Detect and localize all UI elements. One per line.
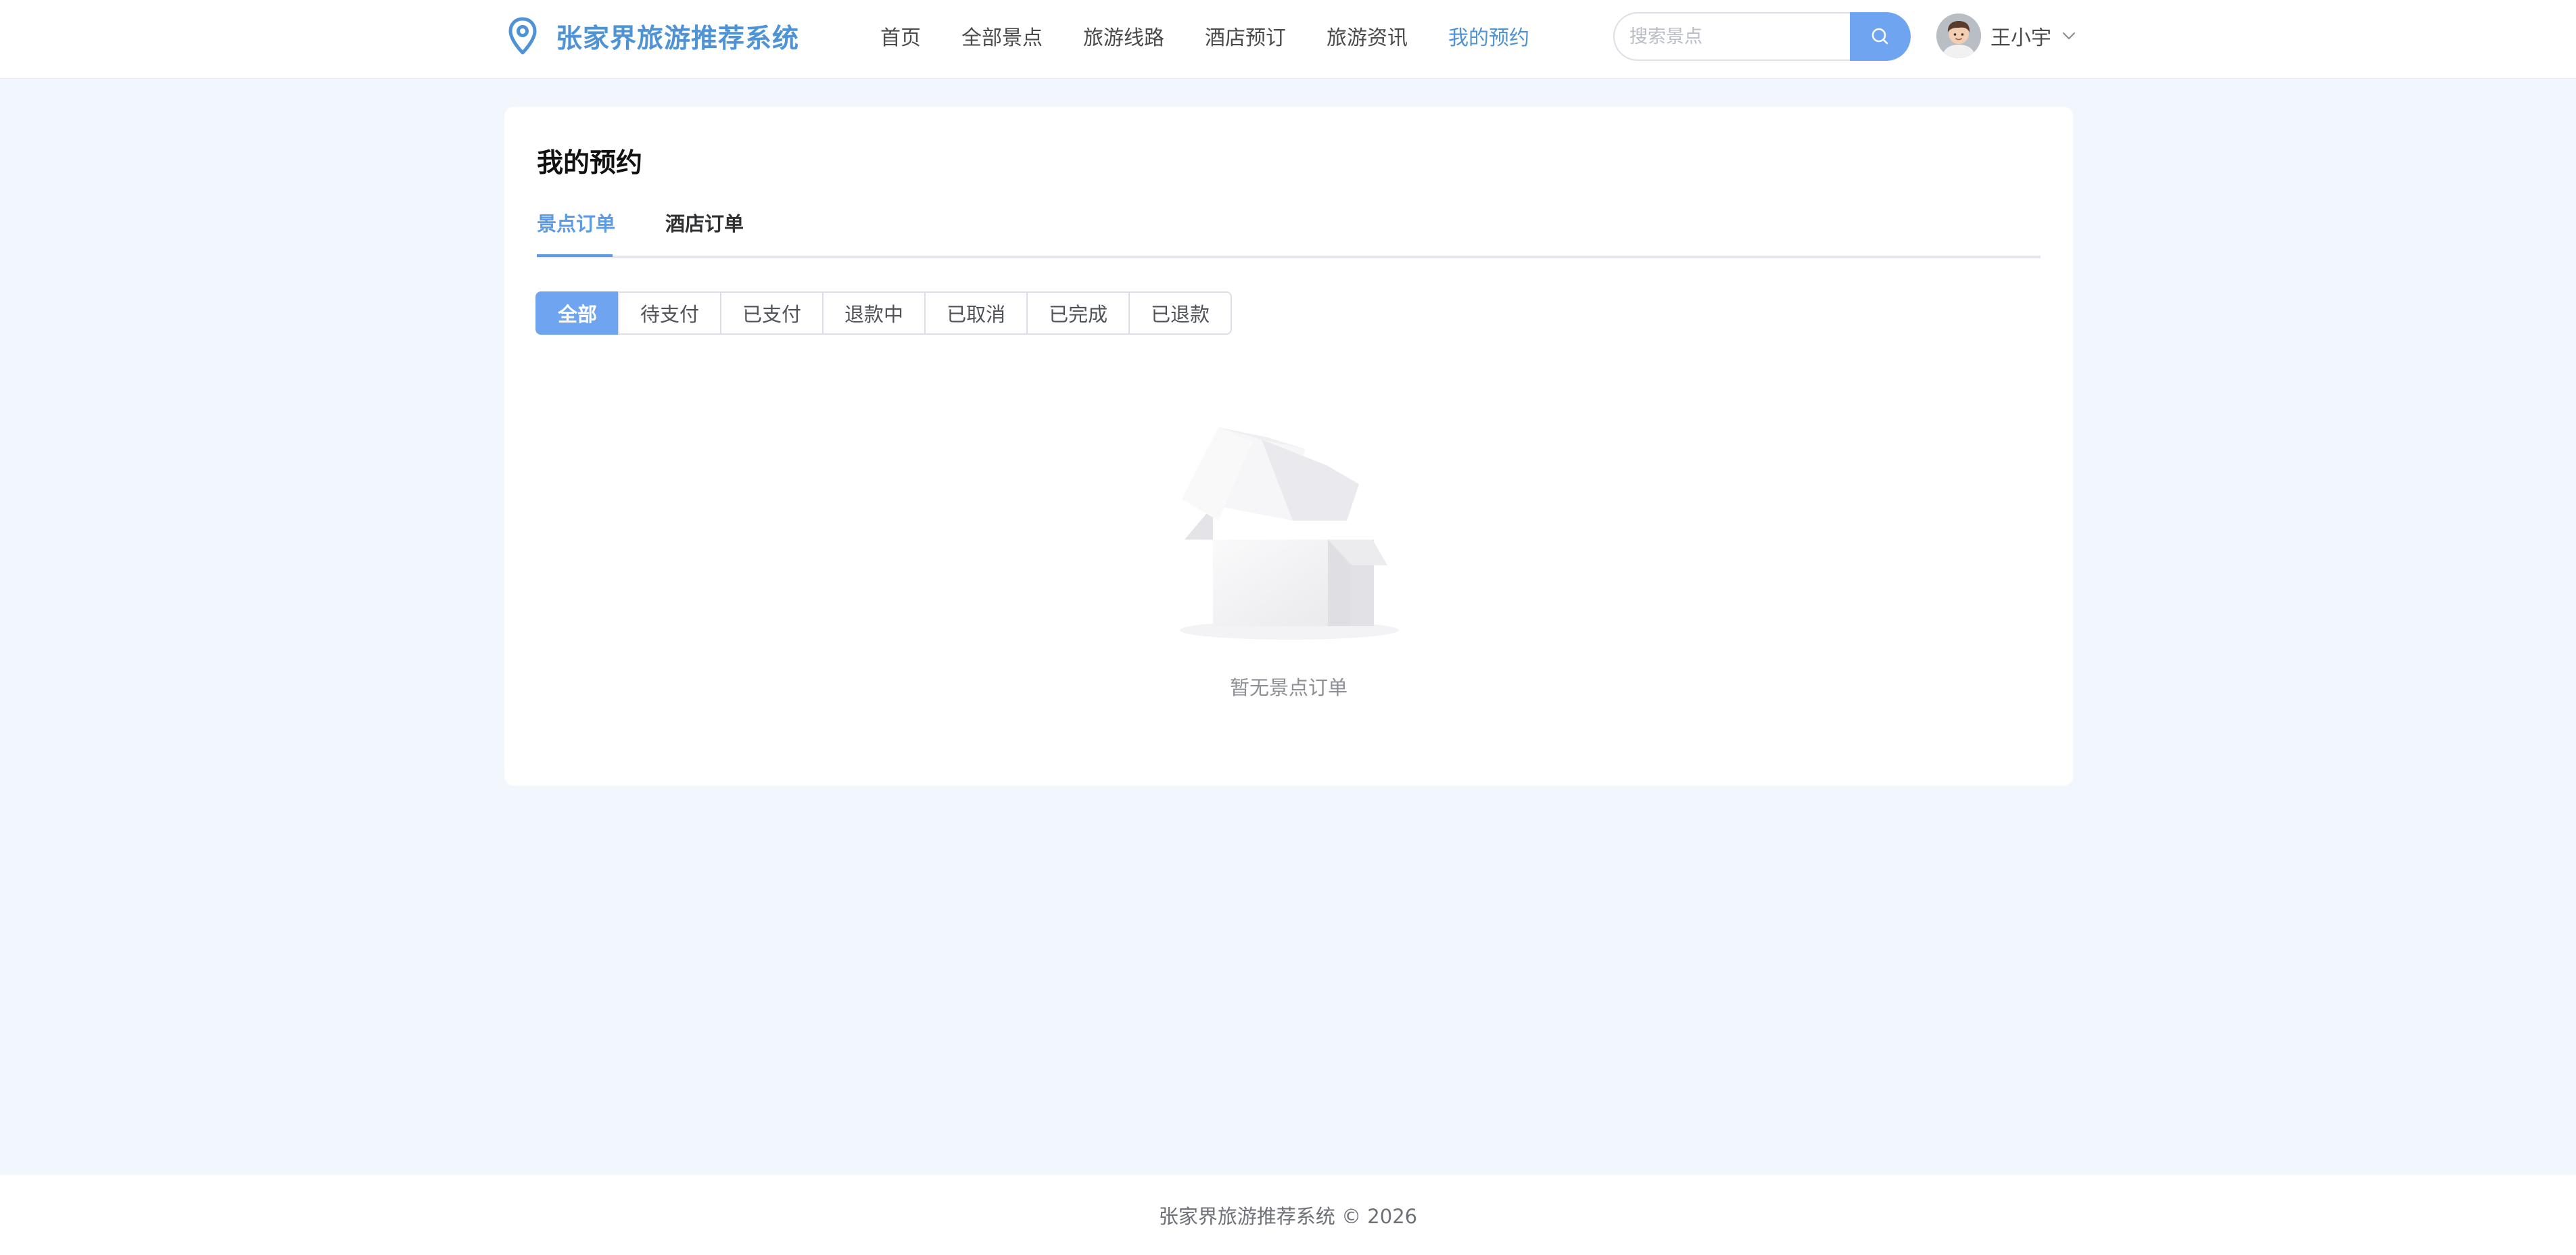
footer: 张家界旅游推荐系统 © 2026 bbox=[0, 1175, 2576, 1255]
nav-item-travel-news[interactable]: 旅游资讯 bbox=[1327, 21, 1408, 51]
filter-cancelled[interactable]: 已取消 bbox=[924, 291, 1028, 335]
reservations-card: 我的预约 景点订单 酒店订单 全部 待支付 已支付 退款中 已取消 已完成 已退… bbox=[504, 107, 2073, 786]
app-title: 张家界旅游推荐系统 bbox=[556, 24, 800, 54]
filter-refunding[interactable]: 退款中 bbox=[822, 291, 926, 335]
empty-box-icon bbox=[1180, 427, 1399, 640]
search-icon bbox=[1871, 28, 1888, 45]
main-nav: 首页 全部景点 旅游线路 酒店预订 旅游资讯 我的预约 bbox=[880, 20, 1570, 51]
filter-all[interactable]: 全部 bbox=[535, 291, 620, 335]
search-input[interactable] bbox=[1613, 12, 1850, 61]
nav-item-all-attractions[interactable]: 全部景点 bbox=[961, 21, 1043, 51]
active-tab-indicator bbox=[537, 254, 613, 257]
search-button[interactable] bbox=[1850, 12, 1911, 61]
order-tabs: 景点订单 酒店订单 bbox=[537, 208, 2041, 258]
tab-attraction-orders[interactable]: 景点订单 bbox=[537, 208, 615, 258]
status-filter-group: 全部 待支付 已支付 退款中 已取消 已完成 已退款 bbox=[535, 291, 1233, 335]
top-navbar: 张家界旅游推荐系统 首页 全部景点 旅游线路 酒店预订 旅游资讯 我的预约 搜索… bbox=[0, 0, 2576, 79]
page-title: 我的预约 bbox=[537, 148, 643, 179]
filter-completed[interactable]: 已完成 bbox=[1026, 291, 1130, 335]
tab-hotel-orders[interactable]: 酒店订单 bbox=[665, 208, 744, 258]
filter-paid[interactable]: 已支付 bbox=[720, 291, 824, 335]
footer-copyright: 张家界旅游推荐系统 © 2026 bbox=[1158, 1205, 1418, 1228]
filter-pending-payment[interactable]: 待支付 bbox=[618, 291, 722, 335]
chevron-down-icon[interactable] bbox=[2061, 28, 2077, 44]
nav-item-home[interactable]: 首页 bbox=[880, 21, 921, 51]
logo[interactable]: 张家界旅游推荐系统 bbox=[506, 16, 799, 57]
user-menu[interactable]: 王小宇 bbox=[1936, 14, 2077, 58]
empty-state-text: 暂无景点订单 bbox=[1229, 676, 1347, 699]
search-bar bbox=[1613, 12, 1911, 61]
nav-item-my-reservations[interactable]: 我的预约 bbox=[1448, 21, 1529, 51]
page: 张家界旅游推荐系统 首页 全部景点 旅游线路 酒店预订 旅游资讯 我的预约 搜索… bbox=[0, 0, 2576, 1255]
filter-refunded[interactable]: 已退款 bbox=[1128, 291, 1233, 335]
username[interactable]: 王小宇 bbox=[1990, 21, 2051, 51]
avatar-image bbox=[1936, 14, 1981, 58]
nav-item-tour-routes[interactable]: 旅游线路 bbox=[1083, 21, 1164, 51]
location-pin-icon bbox=[508, 17, 537, 55]
avatar[interactable] bbox=[1936, 14, 1981, 58]
nav-item-hotel-booking[interactable]: 酒店预订 bbox=[1205, 21, 1286, 51]
